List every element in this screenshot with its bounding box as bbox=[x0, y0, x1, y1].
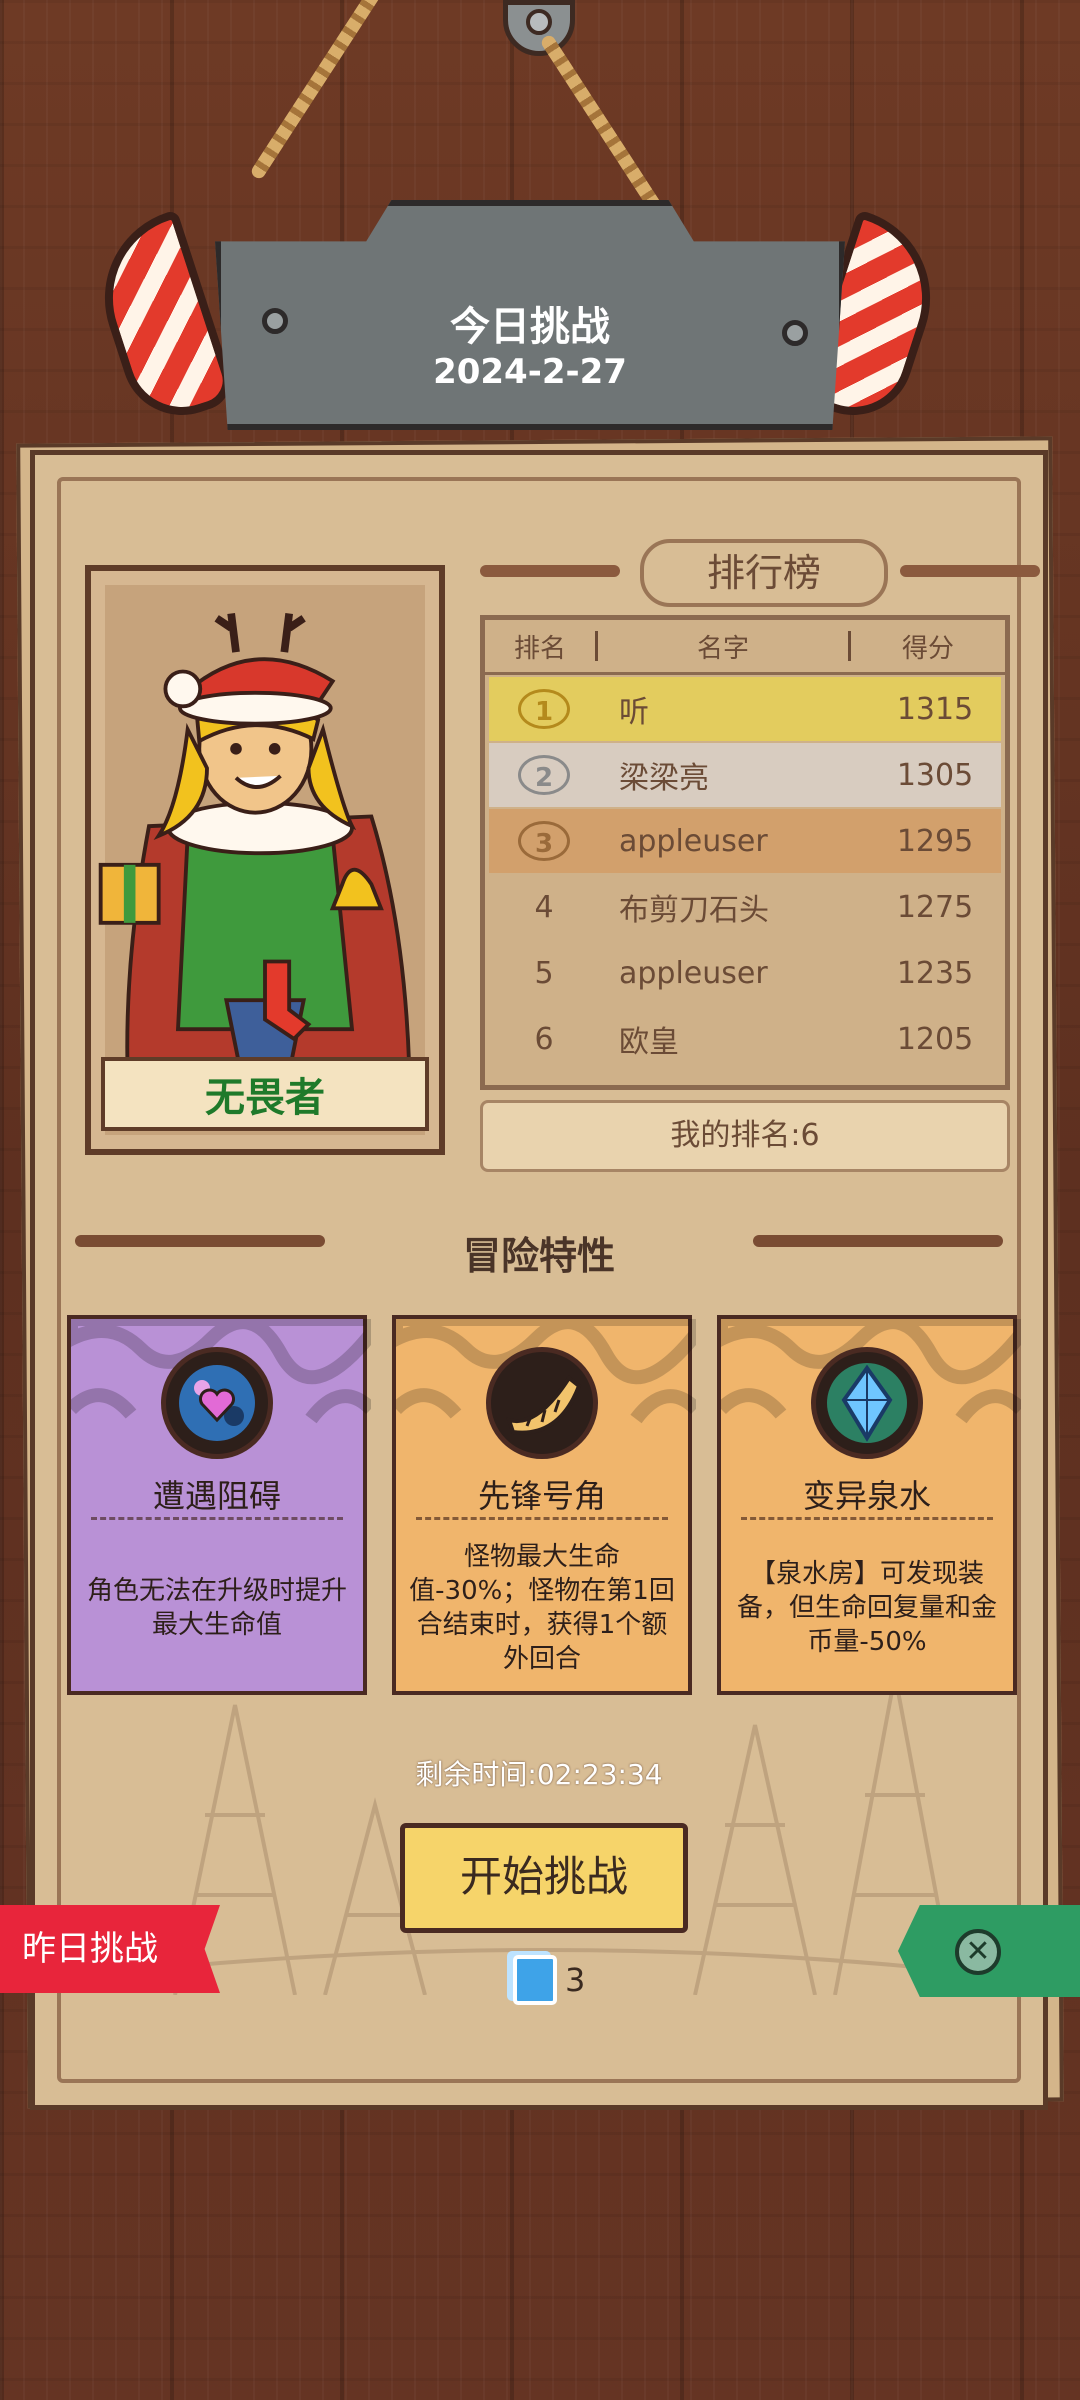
rivet-icon bbox=[782, 320, 808, 346]
scroll-ornament-right-icon bbox=[900, 565, 1040, 577]
rope-left bbox=[249, 0, 447, 181]
leaderboard-row: 3 appleuser 1295 bbox=[489, 809, 1001, 873]
rank-cell: 6 bbox=[534, 1021, 554, 1057]
name-cell: 梁梁亮 bbox=[619, 761, 709, 796]
medal-icon: 1 bbox=[518, 689, 570, 729]
leaderboard-title: 排行榜 bbox=[640, 539, 888, 607]
rank-cell: 1 bbox=[489, 689, 599, 729]
name-cell: appleuser bbox=[619, 955, 768, 991]
rank-cell: 4 bbox=[534, 889, 554, 925]
column-score: 得分 bbox=[901, 633, 954, 664]
challenge-panel: 无畏者 排行榜 排名 名字 得分 1 听 1315 2 梁梁亮 1305 3 appleuse… bbox=[30, 450, 1048, 2110]
exit-icon[interactable]: ✕ bbox=[955, 1929, 1001, 1975]
medal-icon: 3 bbox=[518, 821, 570, 861]
leaderboard-header: 排行榜 bbox=[480, 535, 1040, 615]
candy-horn-left-icon bbox=[81, 209, 239, 431]
traits-title: 冒险特性 bbox=[462, 1234, 615, 1278]
rank-cell: 2 bbox=[489, 755, 599, 795]
card-divider bbox=[741, 1517, 993, 1520]
name-cell: 听 bbox=[619, 695, 649, 730]
card-divider bbox=[416, 1517, 668, 1520]
leaderboard-row: 4 布剪刀石头 1275 bbox=[489, 875, 1001, 939]
medal-icon: 2 bbox=[518, 755, 570, 795]
scroll-ornament-left-icon bbox=[480, 565, 620, 577]
score-cell: 1275 bbox=[896, 889, 974, 925]
leaderboard-rows: 1 听 1315 2 梁梁亮 1305 3 appleuser 1295 4 布剪刀石头 1275 5 a… bbox=[485, 677, 1005, 1071]
leaderboard-row: 5 appleuser 1235 bbox=[489, 941, 1001, 1005]
trait-card-2[interactable]: 先锋号角 怪物最大生命值-30%；怪物在第1回合结束时，获得1个额外回合 bbox=[392, 1315, 696, 1695]
yesterday-challenge-button[interactable]: 昨日挑战 bbox=[0, 1905, 220, 1993]
score-cell: 1205 bbox=[896, 1021, 974, 1057]
start-challenge-button[interactable]: 开始挑战 bbox=[400, 1823, 688, 1933]
remaining-time: 剩余时间:02:23:34 bbox=[415, 1758, 663, 1791]
challenge-title: 今日挑战 bbox=[450, 304, 610, 350]
leaderboard-table[interactable]: 排名 名字 得分 1 听 1315 2 梁梁亮 1305 3 appleuser 1295 4 布剪… bbox=[480, 615, 1010, 1090]
trait-card-3[interactable]: 变异泉水 【泉水房】可发现装备，但生命回复量和金币量-50% bbox=[717, 1315, 1021, 1695]
rivet-icon bbox=[262, 308, 288, 334]
trait-description: 角色无法在升级时提升最大生命值 bbox=[86, 1575, 347, 1640]
name-cell: appleuser bbox=[619, 823, 768, 859]
rank-cell: 3 bbox=[489, 821, 599, 861]
card-divider bbox=[91, 1517, 343, 1520]
challenge-sign: 今日挑战 2024-2-27 bbox=[215, 200, 845, 430]
column-name: 名字 bbox=[696, 633, 749, 664]
column-rank: 排名 bbox=[513, 633, 566, 664]
rank-cell: 5 bbox=[534, 955, 554, 991]
crystal-icon bbox=[811, 1347, 923, 1459]
leaderboard-row: 1 听 1315 bbox=[489, 677, 1001, 741]
score-cell: 1295 bbox=[896, 823, 974, 859]
trait-description: 【泉水房】可发现装备，但生命回复量和金币量-50% bbox=[736, 1558, 997, 1657]
horn-icon bbox=[486, 1347, 598, 1459]
character-card[interactable]: 无畏者 bbox=[85, 565, 445, 1155]
forest-background-icon bbox=[95, 1674, 995, 1995]
heart-orb-icon bbox=[161, 1347, 273, 1459]
trait-name: 遭遇阻碍 bbox=[152, 1477, 281, 1515]
name-cell: 欧皇 bbox=[619, 1025, 679, 1060]
challenge-date: 2024-2-27 bbox=[433, 352, 627, 392]
my-rank: 我的排名:6 bbox=[480, 1100, 1010, 1172]
score-cell: 1235 bbox=[896, 955, 974, 991]
ticket-counter: 3 bbox=[513, 1955, 585, 2005]
trait-name: 变异泉水 bbox=[802, 1477, 931, 1515]
ticket-icon bbox=[513, 1955, 557, 2005]
ticket-count: 3 bbox=[565, 1961, 586, 1999]
name-cell: 布剪刀石头 bbox=[619, 893, 769, 928]
leaderboard-row: 2 梁梁亮 1305 bbox=[489, 743, 1001, 807]
leaderboard-header-row: 排名 名字 得分 bbox=[485, 620, 1005, 675]
trait-name: 先锋号角 bbox=[477, 1477, 606, 1515]
character-name: 无畏者 bbox=[101, 1057, 429, 1131]
score-cell: 1315 bbox=[896, 691, 974, 727]
trait-card-1[interactable]: 遭遇阻碍 角色无法在升级时提升最大生命值 bbox=[67, 1315, 371, 1695]
score-cell: 1305 bbox=[896, 757, 974, 793]
nail-icon bbox=[503, 0, 575, 56]
trait-description: 怪物最大生命值-30%；怪物在第1回合结束时，获得1个额外回合 bbox=[409, 1541, 675, 1674]
leaderboard-row: 6 欧皇 1205 bbox=[489, 1007, 1001, 1071]
